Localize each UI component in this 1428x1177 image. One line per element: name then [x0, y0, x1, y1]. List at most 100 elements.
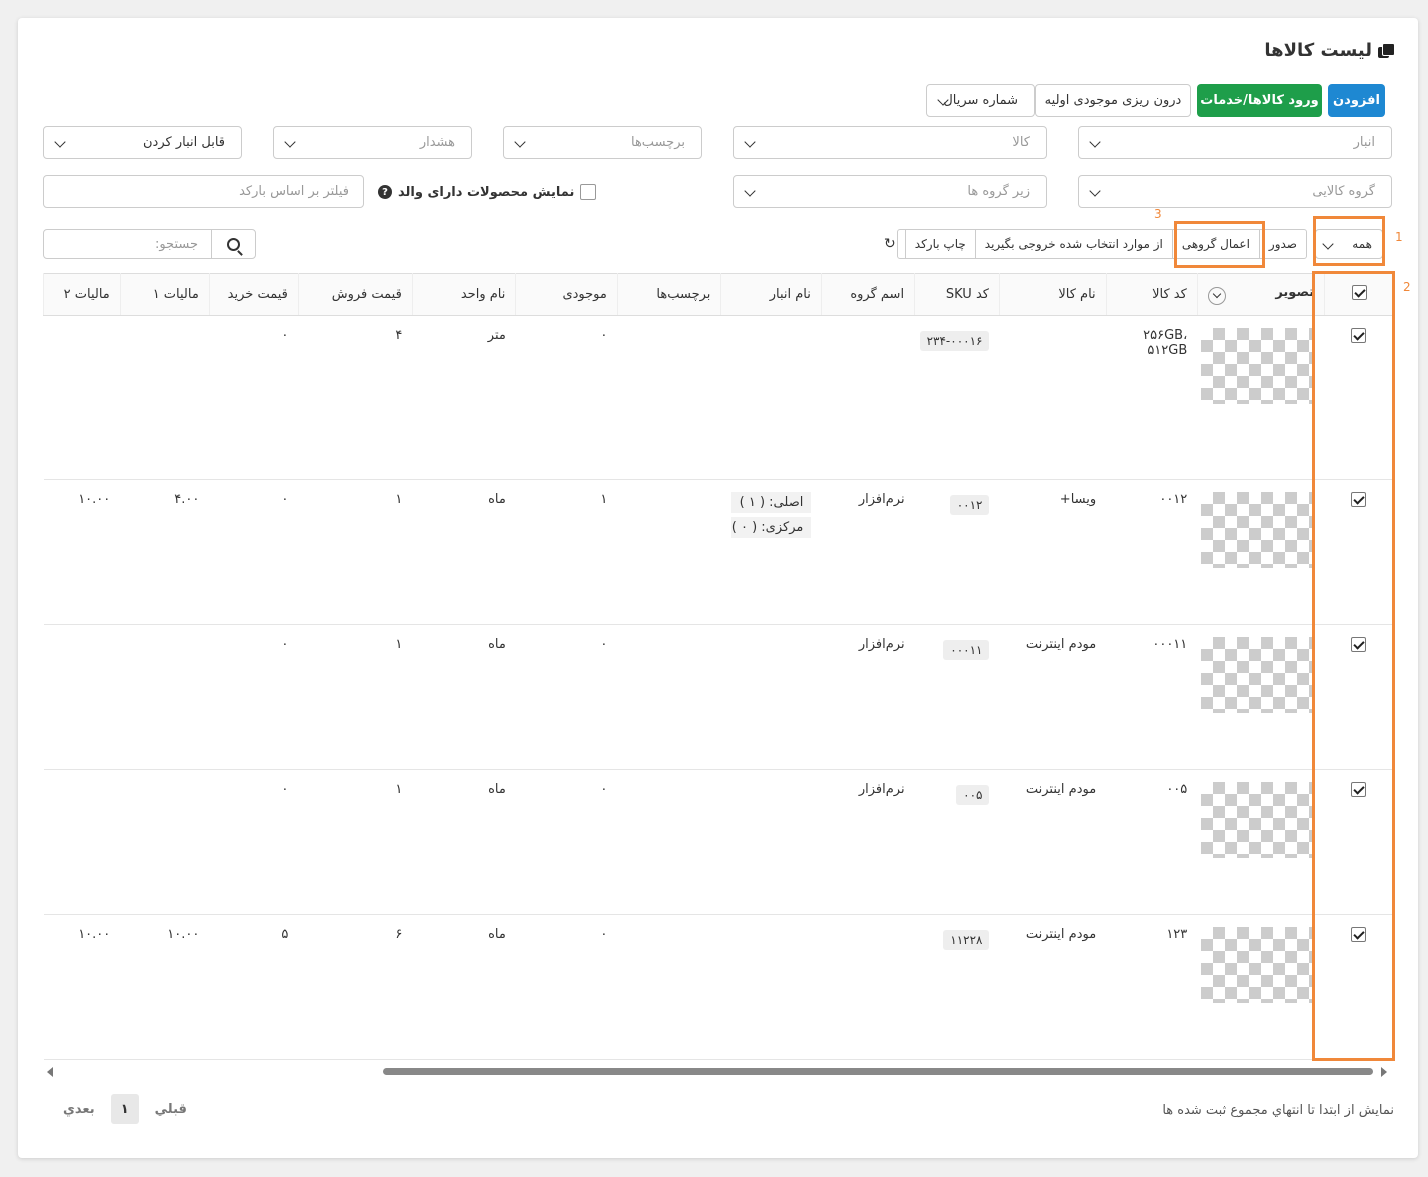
export-selected-button[interactable]: از موارد انتخاب شده خروجی بگیرید — [974, 230, 1172, 258]
header-code[interactable]: کد کالا — [1105, 273, 1198, 316]
product-filter[interactable]: کالا — [733, 126, 1047, 159]
image-cell — [1197, 479, 1325, 625]
tax1-cell — [120, 624, 210, 770]
help-icon[interactable]: ? — [378, 185, 392, 199]
header-tags[interactable]: برچسب‌ها — [616, 273, 721, 316]
serial-number-dropdown[interactable]: شماره سریال — [926, 84, 1035, 117]
search-icon — [227, 237, 240, 251]
table-row[interactable]: ۱۲۳ مودم اینترنت ۱۱۲۲۸ ۰ ماه ۶ ۵ ۱۰.۰۰ ۱۰.۰۰ — [43, 914, 1393, 1060]
scroll-left-arrow[interactable] — [47, 1067, 53, 1077]
table-row[interactable]: ۰۰۵ مودم اینترنت ۰۰۵ نرم‌افزار ۰ ماه ۱ ۰ — [43, 769, 1393, 915]
add-button[interactable]: افزودن — [1328, 84, 1385, 117]
product-image[interactable] — [1200, 492, 1315, 568]
image-cell — [1197, 624, 1325, 770]
header-image[interactable]: تصویر — [1196, 273, 1325, 316]
copy-icon — [1378, 42, 1395, 59]
prev-page-button[interactable]: قبلي — [155, 1102, 187, 1117]
export-button[interactable]: صدور — [1258, 230, 1306, 258]
alert-filter[interactable]: هشدار — [273, 126, 472, 159]
print-barcode-button[interactable]: چاپ بارکد — [904, 230, 975, 258]
show-parent-products-option[interactable]: نمایش محصولات دارای والد ? — [378, 184, 597, 200]
header-tax2[interactable]: مالیات ۲ — [43, 273, 121, 316]
sku-cell: ۲۳۴-۰۰۰۱۶ — [914, 315, 1000, 480]
horizontal-scrollbar[interactable] — [383, 1068, 1373, 1075]
products-table-container: تصویر کد کالا نام کالا کد SKU اسم گروه ن… — [43, 273, 1393, 1063]
warehouse-cell: اصلی: ( ۱ ) مرکزی: ( ۰ ) — [720, 479, 822, 625]
search-input[interactable]: جستجو: — [43, 229, 213, 259]
header-purchase-price[interactable]: قیمت خرید — [208, 273, 299, 316]
group-cell: نرم‌افزار — [821, 769, 915, 915]
code-cell: ۰۰۵ — [1106, 769, 1198, 915]
product-image[interactable] — [1200, 927, 1315, 1003]
records-info: نمایش از ابتدا تا انتهاي مجموع ثبت شده ه… — [1162, 1103, 1394, 1118]
unit-cell: ماه — [412, 914, 516, 1060]
scroll-right-arrow[interactable] — [1381, 1067, 1387, 1077]
image-cell — [1197, 315, 1325, 480]
sub-group-filter[interactable]: زیر گروه ها — [733, 175, 1047, 208]
group-cell — [821, 315, 915, 480]
header-sale-price[interactable]: قیمت فروش — [297, 273, 413, 316]
next-page-button[interactable]: بعدي — [63, 1102, 95, 1117]
tax1-cell: ۱۰.۰۰ — [120, 914, 210, 1060]
header-warehouse[interactable]: نام انبار — [720, 273, 822, 316]
tags-filter[interactable]: برچسب‌ها — [503, 126, 702, 159]
refresh-button[interactable]: ↻ — [875, 230, 905, 258]
sku-badge: ۰۰۰۱۱ — [943, 640, 990, 660]
sku-cell: ۰۰۰۱۱ — [914, 624, 1000, 770]
warehouse-cell — [720, 914, 822, 1060]
table-row[interactable]: ۰۰۱۲ ویسا+ ۰۰۱۲ نرم‌افزار اصلی: ( ۱ ) مرکزی: … — [43, 479, 1393, 625]
search-button[interactable] — [211, 229, 256, 259]
code-cell: ۰۰۱۲ — [1106, 479, 1198, 625]
column-menu-icon[interactable] — [1207, 286, 1226, 305]
sale-price-cell: ۶ — [298, 914, 413, 1060]
code-cell: ۱۲۳ — [1106, 914, 1198, 1060]
tax2-cell — [43, 769, 121, 915]
table-row[interactable]: ۰۰۰۱۱ مودم اینترنت ۰۰۰۱۱ نرم‌افزار ۰ ماه ۱ ۰ — [43, 624, 1393, 770]
stock-cell: ۰ — [515, 769, 618, 915]
sku-cell: ۰۰۱۲ — [914, 479, 1000, 625]
product-image[interactable] — [1200, 782, 1315, 858]
warehouse-stock-badge: مرکزی: ( ۰ ) — [730, 517, 812, 538]
code-cell: ۲۵۶GB، ۵۱۲GB — [1106, 315, 1198, 480]
unit-cell: متر — [412, 315, 516, 480]
sale-price-cell: ۱ — [298, 769, 413, 915]
show-parent-checkbox[interactable] — [580, 184, 597, 200]
group-cell — [821, 914, 915, 1060]
name-cell: مودم اینترنت — [999, 914, 1107, 1060]
header-stock[interactable]: موجودی — [515, 273, 618, 316]
sku-badge: ۰۰۵ — [956, 785, 990, 805]
tax2-cell — [43, 315, 121, 480]
tax2-cell — [43, 624, 121, 770]
table-row[interactable]: ۲۵۶GB، ۵۱۲GB ۲۳۴-۰۰۰۱۶ ۰ متر ۴ ۰ — [43, 315, 1393, 480]
chevron-down-icon — [1089, 185, 1101, 197]
warehouse-cell — [720, 624, 822, 770]
header-sku[interactable]: کد SKU — [914, 273, 1000, 316]
warehouse-cell — [720, 769, 822, 915]
stock-cell: ۰ — [515, 624, 618, 770]
storable-filter[interactable]: قابل انبار کردن — [43, 126, 242, 159]
name-cell — [999, 315, 1107, 480]
products-table: تصویر کد کالا نام کالا کد SKU اسم گروه ن… — [43, 273, 1393, 1060]
product-image[interactable] — [1200, 637, 1315, 713]
opening-stock-button[interactable]: درون ریزی موجودی اولیه — [1035, 84, 1191, 117]
product-group-filter[interactable]: گروه کالایی — [1078, 175, 1392, 208]
purchase-price-cell: ۰ — [209, 769, 299, 915]
warehouse-filter[interactable]: انبار — [1078, 126, 1392, 159]
name-cell: مودم اینترنت — [999, 769, 1107, 915]
barcode-filter-input[interactable]: فیلتر بر اساس بارکد — [43, 175, 364, 208]
product-image[interactable] — [1200, 328, 1315, 404]
import-products-button[interactable]: ورود کالاها/خدمات — [1197, 84, 1322, 117]
tax2-cell: ۱۰.۰۰ — [43, 914, 121, 1060]
tax1-cell — [120, 315, 210, 480]
group-cell: نرم‌افزار — [821, 624, 915, 770]
header-unit[interactable]: نام واحد — [411, 273, 516, 316]
header-tax1[interactable]: مالیات ۱ — [119, 273, 210, 316]
header-group[interactable]: اسم گروه — [820, 273, 915, 316]
header-name[interactable]: نام کالا — [998, 273, 1107, 316]
stock-cell: ۱ — [515, 479, 618, 625]
purchase-price-cell: ۰ — [209, 315, 299, 480]
current-page-button[interactable]: ۱ — [110, 1094, 139, 1124]
tags-cell — [617, 769, 721, 915]
sku-badge: ۱۱۲۲۸ — [943, 930, 990, 950]
page-title: لیست کالاها — [1264, 40, 1395, 61]
